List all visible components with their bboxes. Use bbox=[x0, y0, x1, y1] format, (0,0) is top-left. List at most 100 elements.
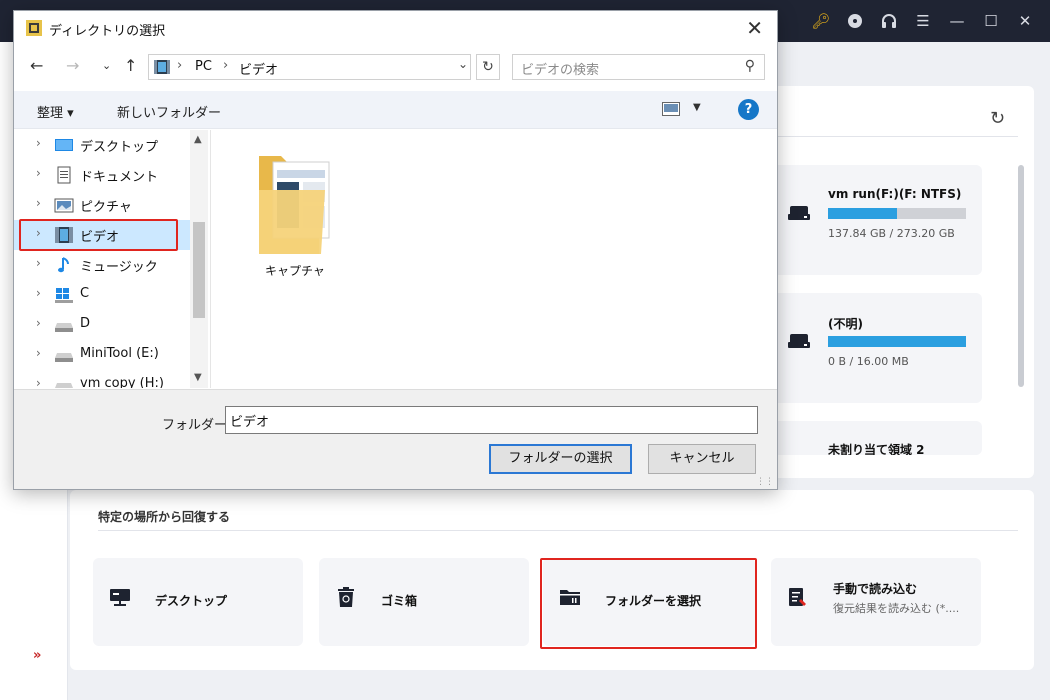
tree-label: C bbox=[80, 286, 90, 301]
desktop-icon bbox=[55, 139, 73, 151]
drive-card[interactable]: vm run(F:)(F: NTFS) 137.84 GB / 273.20 G… bbox=[772, 165, 982, 275]
dialog-titlebar: ディレクトリの選択 ✕ bbox=[14, 11, 777, 45]
scroll-down-icon[interactable]: ▼ bbox=[194, 372, 202, 383]
recycle-bin-icon bbox=[335, 586, 357, 608]
chevron-right-icon: › bbox=[223, 58, 229, 73]
chevron-down-icon[interactable]: ⌄ bbox=[458, 57, 468, 71]
expand-sidebar-icon[interactable]: » bbox=[33, 648, 41, 663]
tree-item-drive-h[interactable]: › vm copy (H:) bbox=[14, 370, 190, 388]
tree-item-drive-e[interactable]: › MiniTool (E:) bbox=[14, 340, 190, 370]
search-placeholder: ビデオの検索 bbox=[521, 63, 600, 78]
tree-item-pictures[interactable]: › ピクチャ bbox=[14, 190, 190, 220]
tree-label: ピクチャ bbox=[80, 200, 132, 215]
section-title: 特定の場所から回復する bbox=[98, 510, 231, 524]
drive-icon bbox=[55, 383, 73, 388]
refresh-icon[interactable]: ↻ bbox=[476, 54, 500, 80]
drive-icon bbox=[55, 353, 73, 362]
drive-name: vm run(F:)(F: NTFS) bbox=[828, 187, 962, 201]
tree-item-documents[interactable]: › ドキュメント bbox=[14, 160, 190, 190]
dialog-close-icon[interactable]: ✕ bbox=[746, 16, 763, 40]
picture-icon bbox=[54, 198, 74, 213]
drive-card[interactable]: 未割り当て領域 2 bbox=[772, 421, 982, 455]
search-input[interactable]: ビデオの検索 ⚲ bbox=[512, 54, 765, 80]
load-file-icon bbox=[787, 586, 809, 608]
disc-icon[interactable] bbox=[840, 6, 870, 36]
scroll-thumb[interactable] bbox=[193, 222, 205, 318]
drive-name: 未割り当て領域 2 bbox=[828, 443, 925, 455]
tree-scrollbar[interactable]: ▲ ▼ bbox=[190, 130, 208, 388]
location-recycle-bin[interactable]: ゴミ箱 bbox=[319, 558, 529, 646]
back-icon[interactable]: ← bbox=[30, 56, 43, 75]
folder-input[interactable] bbox=[225, 406, 758, 434]
maximize-icon[interactable]: ☐ bbox=[976, 6, 1006, 36]
hard-drive-icon bbox=[788, 206, 810, 220]
headset-icon[interactable] bbox=[874, 6, 904, 36]
new-folder-button[interactable]: 新しいフォルダー bbox=[117, 102, 221, 121]
menu-icon[interactable]: ☰ bbox=[908, 6, 938, 36]
location-manual-load[interactable]: 手動で読み込む 復元結果を読み込む (*.... bbox=[771, 558, 981, 646]
windows-drive-icon bbox=[55, 288, 73, 303]
music-icon bbox=[58, 257, 69, 273]
tree-label: ドキュメント bbox=[80, 170, 159, 185]
scroll-up-icon[interactable]: ▲ bbox=[194, 134, 202, 145]
command-bar: 整理 ▾ 新しいフォルダー ▼ ? bbox=[14, 91, 777, 129]
up-icon[interactable]: ↑ bbox=[124, 56, 137, 75]
location-desktop[interactable]: デスクトップ bbox=[93, 558, 303, 646]
minimize-icon[interactable]: — bbox=[942, 6, 972, 36]
close-icon[interactable]: ✕ bbox=[1010, 6, 1040, 36]
breadcrumb-pc[interactable]: PC bbox=[195, 59, 212, 74]
window-controls: 🔑︎ ☰ — ☐ ✕ bbox=[806, 0, 1040, 42]
resize-grip-icon[interactable]: ⋮⋮ bbox=[756, 477, 774, 487]
forward-icon[interactable]: → bbox=[66, 56, 79, 75]
app-logo-icon bbox=[26, 20, 42, 36]
chevron-right-icon[interactable]: › bbox=[36, 136, 41, 150]
location-label: 手動で読み込む bbox=[833, 582, 918, 596]
folder-field-label: フォルダー: bbox=[162, 418, 232, 433]
drive-icon bbox=[55, 323, 73, 332]
folder-icon bbox=[259, 156, 330, 254]
select-folder-button[interactable]: フォルダーの選択 bbox=[489, 444, 632, 474]
tree-item-music[interactable]: › ミュージック bbox=[14, 250, 190, 280]
chevron-right-icon: › bbox=[177, 58, 183, 73]
monitor-icon bbox=[109, 586, 131, 608]
directory-dialog: ディレクトリの選択 ✕ ← → ⌄ ↑ › PC › ビデオ ⌄ ↻ ビデオの検… bbox=[13, 10, 778, 490]
refresh-icon[interactable]: ↻ bbox=[990, 108, 1005, 129]
tree-label: D bbox=[80, 316, 91, 331]
location-label: ゴミ箱 bbox=[381, 594, 418, 608]
highlight-video bbox=[19, 219, 178, 251]
breadcrumb-video[interactable]: ビデオ bbox=[239, 59, 278, 78]
chevron-right-icon[interactable]: › bbox=[36, 376, 41, 388]
recent-dropdown-icon[interactable]: ⌄ bbox=[102, 59, 111, 72]
folder-label: キャプチャ bbox=[265, 264, 325, 278]
file-list: キャプチャ bbox=[210, 130, 777, 388]
drive-card[interactable]: (不明) 0 B / 16.00 MB bbox=[772, 293, 982, 403]
folder-item[interactable]: キャプチャ bbox=[255, 150, 335, 280]
tree-item-desktop[interactable]: › デスクトップ bbox=[14, 130, 190, 160]
tree-item-drive-d[interactable]: › D bbox=[14, 310, 190, 340]
drives-scrollbar[interactable] bbox=[1018, 165, 1024, 387]
dialog-title: ディレクトリの選択 bbox=[49, 24, 166, 39]
address-bar[interactable]: › PC › ビデオ ⌄ bbox=[148, 54, 471, 80]
navigation-pane: › デスクトップ › ドキュメント › ピクチャ › ビデオ › ミュージック … bbox=[14, 130, 210, 388]
chevron-right-icon[interactable]: › bbox=[36, 316, 41, 330]
search-icon: ⚲ bbox=[744, 58, 755, 74]
organize-button[interactable]: 整理 ▾ bbox=[37, 102, 74, 121]
chevron-right-icon[interactable]: › bbox=[36, 346, 41, 360]
chevron-right-icon[interactable]: › bbox=[36, 256, 41, 270]
chevron-right-icon[interactable]: › bbox=[36, 166, 41, 180]
highlight-select-folder bbox=[540, 558, 757, 649]
drive-name: (不明) bbox=[828, 317, 863, 331]
tree-label: MiniTool (E:) bbox=[80, 346, 159, 361]
chevron-right-icon[interactable]: › bbox=[36, 286, 41, 300]
view-icon[interactable] bbox=[662, 102, 680, 116]
drive-size: 0 B / 16.00 MB bbox=[828, 355, 909, 368]
hard-drive-icon bbox=[788, 334, 810, 348]
key-icon[interactable]: 🔑︎ bbox=[806, 6, 836, 36]
tree-label: vm copy (H:) bbox=[80, 376, 164, 388]
help-icon[interactable]: ? bbox=[738, 99, 759, 120]
chevron-right-icon[interactable]: › bbox=[36, 196, 41, 210]
view-dropdown-icon[interactable]: ▼ bbox=[693, 102, 701, 113]
document-icon bbox=[57, 166, 71, 184]
cancel-button[interactable]: キャンセル bbox=[648, 444, 756, 474]
tree-item-drive-c[interactable]: › C bbox=[14, 280, 190, 310]
